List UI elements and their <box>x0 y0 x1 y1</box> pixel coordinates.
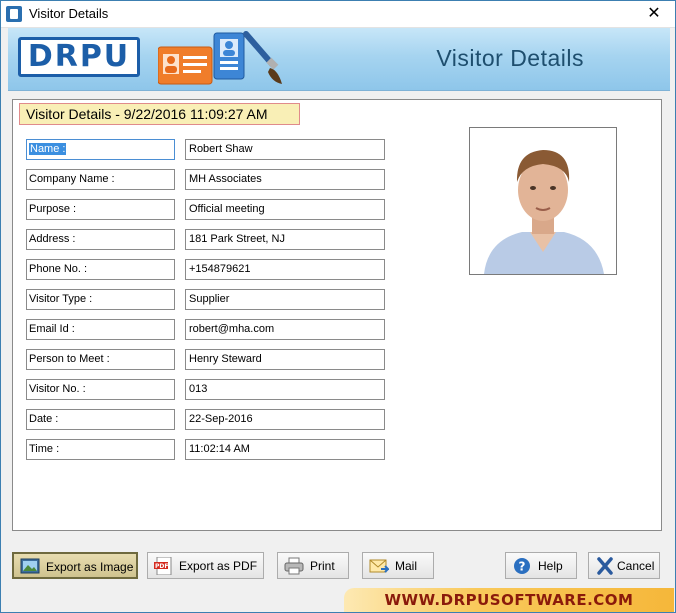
company-name-value[interactable]: MH Associates <box>185 169 385 190</box>
visitor-no-label: Visitor No. : <box>26 379 175 400</box>
email-value[interactable]: robert@mha.com <box>185 319 385 340</box>
svg-text:PDF: PDF <box>155 563 168 570</box>
help-label: Help <box>538 559 563 573</box>
visitor-details-panel: Visitor Details - 9/22/2016 11:09:27 AM … <box>12 99 662 531</box>
pdf-icon: PDF <box>154 557 172 575</box>
phone-label: Phone No. : <box>26 259 175 280</box>
drpu-logo: DRPU <box>18 37 140 77</box>
print-label: Print <box>310 559 335 573</box>
name-value[interactable]: Robert Shaw <box>185 139 385 160</box>
purpose-label: Purpose : <box>26 199 175 220</box>
visitor-details-header: Visitor Details - 9/22/2016 11:09:27 AM <box>19 103 300 125</box>
time-label: Time : <box>26 439 175 460</box>
printer-icon <box>284 557 304 575</box>
banner: DRPU Visitor Details <box>8 28 670 91</box>
field-row-person-to-meet: Person to Meet : Henry Steward <box>26 349 386 370</box>
svg-text:?: ? <box>519 560 526 574</box>
app-icon <box>6 6 22 22</box>
date-label: Date : <box>26 409 175 430</box>
field-row-purpose: Purpose : Official meeting <box>26 199 386 220</box>
mail-icon <box>369 559 389 573</box>
website-banner: WWW.DRPUSOFTWARE.COM <box>344 588 674 612</box>
name-label: Name : <box>26 139 175 160</box>
visitor-photo <box>469 127 617 275</box>
export-as-pdf-label: Export as PDF <box>179 559 258 573</box>
help-button[interactable]: ? Help <box>505 552 577 579</box>
visitor-type-label: Visitor Type : <box>26 289 175 310</box>
mail-label: Mail <box>395 559 418 573</box>
visitor-details-window: Visitor Details ✕ DRPU Visitor Details V… <box>0 0 676 613</box>
close-button[interactable]: ✕ <box>639 3 669 25</box>
export-as-image-label: Export as Image <box>46 560 134 574</box>
visitor-type-value[interactable]: Supplier <box>185 289 385 310</box>
export-as-image-button[interactable]: Export as Image <box>12 552 138 579</box>
field-row-time: Time : 11:02:14 AM <box>26 439 386 460</box>
field-row-name: Name : Robert Shaw <box>26 139 386 160</box>
visitor-no-value[interactable]: 013 <box>185 379 385 400</box>
banner-title: Visitor Details <box>436 45 584 71</box>
company-name-label: Company Name : <box>26 169 175 190</box>
time-value[interactable]: 11:02:14 AM <box>185 439 385 460</box>
title-bar: Visitor Details ✕ <box>1 1 675 28</box>
id-card-brush-icon <box>158 31 282 85</box>
help-icon: ? <box>514 558 530 574</box>
phone-value[interactable]: +154879621 <box>185 259 385 280</box>
date-value[interactable]: 22-Sep-2016 <box>185 409 385 430</box>
field-row-visitor-type: Visitor Type : Supplier <box>26 289 386 310</box>
cancel-x-icon <box>597 557 613 575</box>
cancel-button[interactable]: Cancel <box>588 552 660 579</box>
field-row-email: Email Id : robert@mha.com <box>26 319 386 340</box>
field-row-date: Date : 22-Sep-2016 <box>26 409 386 430</box>
window-title: Visitor Details <box>29 6 109 21</box>
address-label: Address : <box>26 229 175 250</box>
address-value[interactable]: 181 Park Street, NJ <box>185 229 385 250</box>
field-row-address: Address : 181 Park Street, NJ <box>26 229 386 250</box>
mail-button[interactable]: Mail <box>362 552 434 579</box>
export-as-pdf-button[interactable]: PDF Export as PDF <box>147 552 264 579</box>
person-to-meet-value[interactable]: Henry Steward <box>185 349 385 370</box>
email-label: Email Id : <box>26 319 175 340</box>
field-row-company: Company Name : MH Associates <box>26 169 386 190</box>
field-row-phone: Phone No. : +154879621 <box>26 259 386 280</box>
cancel-label: Cancel <box>617 559 655 573</box>
purpose-value[interactable]: Official meeting <box>185 199 385 220</box>
export-image-icon <box>20 558 40 574</box>
print-button[interactable]: Print <box>277 552 349 579</box>
person-photo-icon <box>470 128 616 274</box>
person-to-meet-label: Person to Meet : <box>26 349 175 370</box>
field-row-visitor-no: Visitor No. : 013 <box>26 379 386 400</box>
